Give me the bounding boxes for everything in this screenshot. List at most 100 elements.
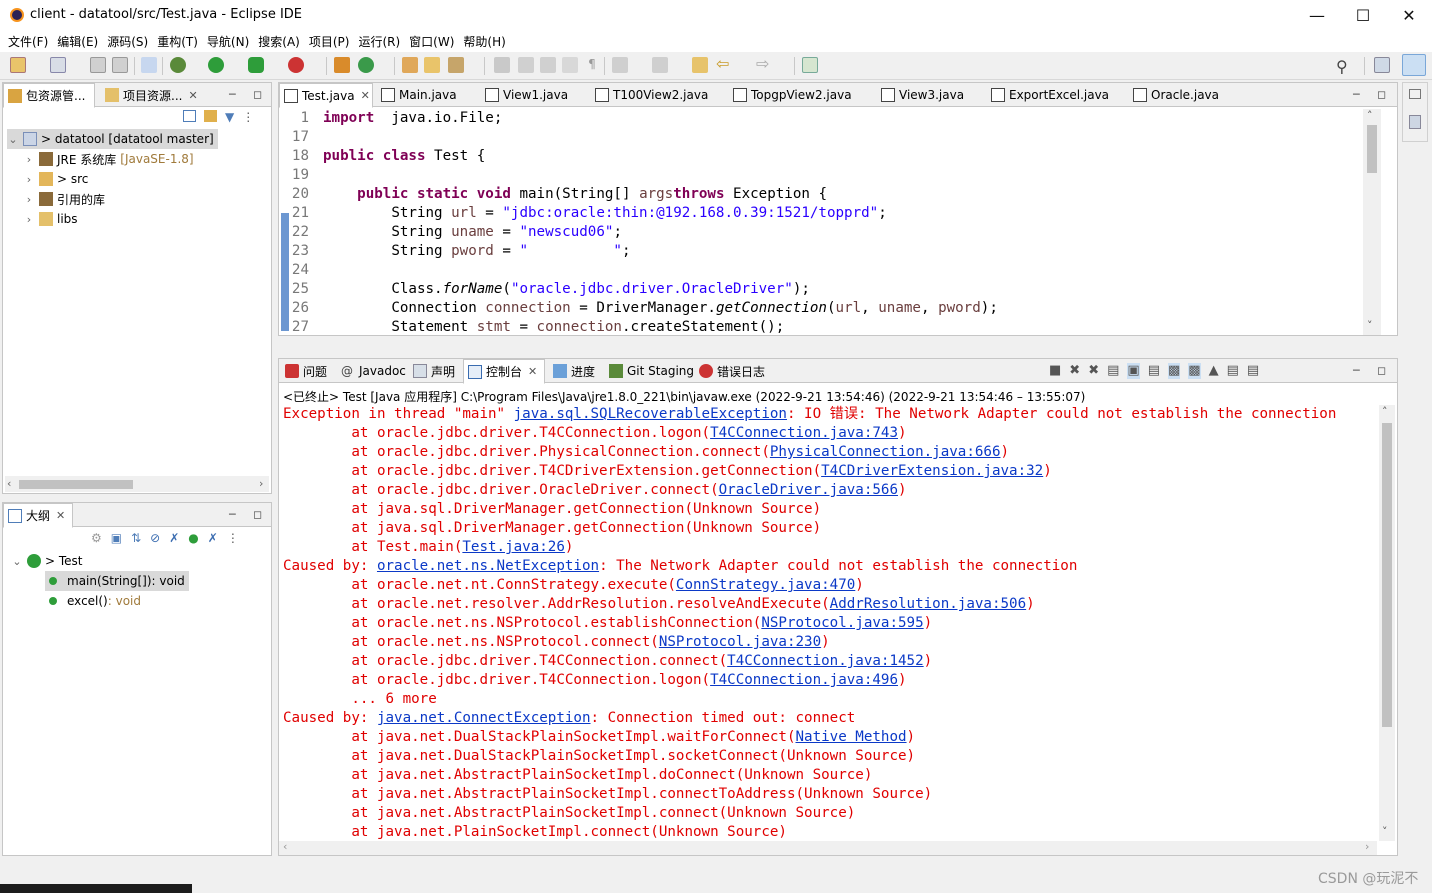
- tab-declaration[interactable]: 声明: [409, 359, 455, 383]
- back-arrow-icon[interactable]: ⇦: [716, 56, 732, 73]
- tree-item-src[interactable]: › > src: [23, 169, 88, 189]
- clear-console-icon[interactable]: ▤: [1107, 363, 1119, 379]
- hide-static-icon[interactable]: ✗: [169, 531, 179, 547]
- tab-progress[interactable]: 进度: [549, 359, 595, 383]
- stack-trace-link[interactable]: OracleDriver.java:566: [719, 482, 898, 498]
- scroll-right-icon[interactable]: ›: [1365, 840, 1369, 853]
- stack-trace-link[interactable]: PhysicalConnection.java:666: [770, 444, 1001, 460]
- menu-window[interactable]: 窗口(W): [407, 30, 461, 52]
- scroll-left-icon[interactable]: ‹: [283, 840, 287, 853]
- minimize-view-icon[interactable]: ─: [229, 508, 236, 521]
- debug-icon[interactable]: [170, 57, 186, 73]
- scroll-down-icon[interactable]: ˅: [1382, 825, 1388, 838]
- save-all-icon[interactable]: [112, 57, 128, 73]
- show-on-stdout-icon[interactable]: ▩: [1168, 363, 1181, 379]
- close-icon[interactable]: ✕: [188, 89, 197, 102]
- tree-item-libs[interactable]: › libs: [23, 209, 78, 229]
- tab-oracle-java[interactable]: Oracle.java: [1129, 83, 1219, 107]
- console-horizontal-scrollbar[interactable]: ‹ ›: [279, 840, 1377, 855]
- tab-view3-java[interactable]: View3.java: [877, 83, 964, 107]
- scroll-lock-icon[interactable]: ▣: [1127, 363, 1140, 379]
- sort-icon[interactable]: ⇅: [131, 531, 141, 547]
- tab-test-java[interactable]: Test.java ✕: [279, 83, 373, 108]
- stack-trace-link[interactable]: java.net.ConnectException: [377, 710, 591, 726]
- stack-trace-link[interactable]: java.sql.SQLRecoverableException: [514, 406, 787, 422]
- tab-error-log[interactable]: 错误日志: [695, 359, 765, 383]
- previous-annotation-icon[interactable]: [652, 57, 668, 73]
- menu-help[interactable]: 帮助(H): [461, 30, 512, 52]
- menu-file[interactable]: 文件(F): [6, 30, 55, 52]
- tab-t100view2-java[interactable]: T100View2.java: [591, 83, 708, 107]
- collapse-all-icon[interactable]: ▣: [111, 531, 122, 547]
- outline-item-excel[interactable]: excel() : void: [45, 591, 141, 611]
- minimize-view-icon[interactable]: ─: [1353, 88, 1360, 101]
- terminate-icon[interactable]: ■: [1049, 363, 1061, 379]
- tab-view1-java[interactable]: View1.java: [481, 83, 568, 107]
- close-icon[interactable]: ✕: [528, 365, 537, 378]
- minimize-view-icon[interactable]: ─: [229, 88, 236, 101]
- open-console-icon[interactable]: ▤: [1247, 363, 1259, 379]
- tab-exportexcel-java[interactable]: ExportExcel.java: [987, 83, 1109, 107]
- collapse-all-icon[interactable]: [183, 110, 196, 122]
- close-icon[interactable]: ✕: [361, 89, 370, 102]
- remove-all-icon[interactable]: ✖: [1088, 363, 1099, 379]
- stack-trace-link[interactable]: NSProtocol.java:230: [659, 634, 821, 650]
- scroll-left-icon[interactable]: ‹: [7, 477, 11, 490]
- tab-package-explorer[interactable]: 包资源管...: [3, 83, 95, 108]
- stack-trace-link[interactable]: Test.java:26: [462, 539, 565, 555]
- scroll-up-icon[interactable]: ˄: [1382, 405, 1388, 418]
- run-icon[interactable]: [208, 57, 224, 73]
- coverage-icon[interactable]: [248, 57, 264, 73]
- tab-javadoc[interactable]: @ Javadoc: [337, 359, 406, 383]
- new-icon[interactable]: [10, 57, 26, 73]
- scroll-right-icon[interactable]: ›: [259, 477, 263, 490]
- new-class-icon[interactable]: [358, 57, 374, 73]
- menu-run[interactable]: 运行(R): [356, 30, 407, 52]
- menu-search[interactable]: 搜索(A): [256, 30, 307, 52]
- menu-project[interactable]: 项目(P): [307, 30, 357, 52]
- scroll-down-icon[interactable]: ˅: [1367, 319, 1373, 332]
- tab-console[interactable]: 控制台 ✕: [463, 359, 545, 384]
- menu-edit[interactable]: 编辑(E): [55, 30, 105, 52]
- stack-trace-link[interactable]: AddrResolution.java:506: [830, 596, 1026, 612]
- open-folder-icon[interactable]: [424, 57, 440, 73]
- open-type-icon[interactable]: [402, 57, 418, 73]
- new-package-icon[interactable]: [334, 57, 350, 73]
- last-edit-icon[interactable]: [692, 57, 708, 73]
- scrollbar-thumb[interactable]: [19, 480, 133, 489]
- annotation-icon[interactable]: [494, 57, 510, 73]
- forward-arrow-icon[interactable]: ⇨: [756, 56, 772, 73]
- stack-trace-link[interactable]: Native Method: [796, 729, 907, 745]
- open-perspective-icon[interactable]: [1374, 57, 1390, 73]
- minimize-button[interactable]: —: [1294, 0, 1340, 30]
- scrollbar-thumb[interactable]: [1367, 125, 1377, 173]
- java-perspective-icon[interactable]: [1402, 54, 1426, 76]
- tree-item-jre[interactable]: › JRE 系统库 [JavaSE-1.8]: [23, 149, 194, 169]
- show-on-stderr-icon[interactable]: ▩: [1188, 363, 1201, 379]
- tab-project-explorer[interactable]: 项目资源... ✕: [101, 83, 198, 107]
- horizontal-scrollbar[interactable]: ‹ ›: [5, 476, 269, 492]
- filter-icon[interactable]: ▼: [225, 110, 234, 126]
- scroll-up-icon[interactable]: ˄: [1367, 109, 1373, 122]
- view-menu-icon[interactable]: ⋮: [242, 110, 254, 126]
- stack-trace-link[interactable]: T4CConnection.java:1452: [727, 653, 923, 669]
- view-menu-icon[interactable]: ⋮: [227, 531, 239, 547]
- stack-trace-link[interactable]: ConnStrategy.java:470: [676, 577, 855, 593]
- toggle-mark-icon[interactable]: [540, 57, 556, 73]
- restore-icon[interactable]: [1409, 89, 1421, 99]
- pin-editor-icon[interactable]: [802, 57, 818, 73]
- tree-item-referenced-libraries[interactable]: › 引用的库: [23, 189, 105, 209]
- tab-main-java[interactable]: Main.java: [377, 83, 457, 107]
- tab-problems[interactable]: 问题: [281, 359, 327, 383]
- task-list-icon[interactable]: [1409, 115, 1421, 129]
- display-console-icon[interactable]: ▤: [1227, 363, 1239, 379]
- menu-source[interactable]: 源码(S): [105, 30, 155, 52]
- maximize-view-icon[interactable]: ◻: [253, 88, 262, 101]
- remove-launch-icon[interactable]: ✖: [1069, 363, 1080, 379]
- block-selection-icon[interactable]: [562, 57, 578, 73]
- pin-console-icon[interactable]: ▲: [1209, 363, 1219, 379]
- stack-trace-link[interactable]: T4CDriverExtension.java:32: [821, 463, 1043, 479]
- maximize-button[interactable]: ☐: [1340, 0, 1386, 30]
- stack-trace-link[interactable]: T4CConnection.java:743: [710, 425, 898, 441]
- outline-item-main[interactable]: main(String[]) : void: [45, 571, 189, 591]
